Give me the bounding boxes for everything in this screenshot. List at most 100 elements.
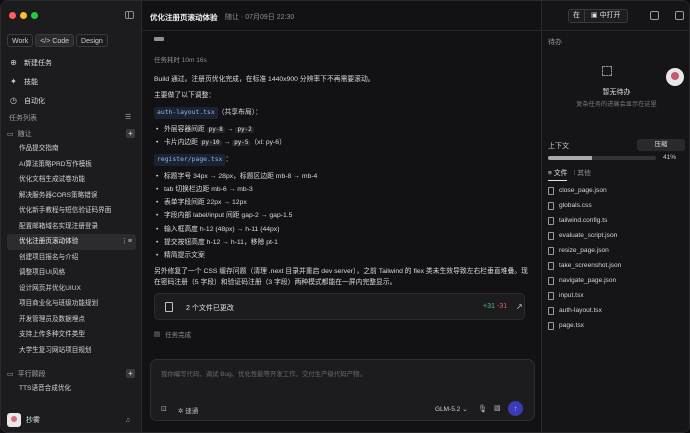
nav-automation[interactable]: ◷ 自动化 — [7, 91, 137, 110]
task-item[interactable]: 调整项目UI风格 — [7, 265, 136, 281]
tab-files-label: 文件 — [553, 170, 568, 177]
panel-toggle-icon[interactable] — [675, 11, 684, 20]
file-item[interactable]: input.tsx — [548, 288, 685, 303]
attach-icon[interactable]: ⊡ — [161, 405, 167, 413]
file-icon — [548, 276, 554, 285]
tab-other[interactable]: ⁞ 其他 — [573, 167, 590, 181]
task-item[interactable]: 开发管理员及数据埋点 — [7, 312, 136, 328]
code-token: py-10 — [199, 139, 222, 146]
open-diff-icon[interactable]: ↗ — [516, 302, 523, 311]
task-group-header[interactable]: ▭ 随让 + — [7, 127, 135, 140]
task-item[interactable]: 优化文档生成试卷功能 — [7, 172, 136, 188]
task-group-header-2[interactable]: ▭ 平行顾段 + — [7, 367, 135, 380]
file-item[interactable]: globals.css — [548, 198, 685, 213]
file-icon — [548, 306, 554, 315]
arrow: → — [221, 138, 233, 146]
open-in-button[interactable]: 在 ▣ 中打开 — [568, 9, 628, 23]
task-item-label: 开发管理员及数据埋点 — [19, 315, 85, 323]
avatar — [7, 413, 21, 427]
task-menu-icon[interactable]: ⋮≡ — [121, 234, 132, 250]
add-task-button-2[interactable]: + — [126, 369, 135, 378]
message-composer[interactable]: 我你编写代码、调试 Bug、优化性能等开发工作，交付生产级代码产物。 ⊡ ✲ 速… — [150, 359, 535, 421]
task-item[interactable]: 大学生复习网站项目规划 — [7, 343, 136, 359]
file-name: globals.css — [559, 202, 592, 209]
task-item-label: 大学生复习网站项目规划 — [19, 346, 92, 354]
file-name: auth-layout.tsx — [559, 307, 602, 314]
task-item[interactable]: 支持上传多种文件类型 — [7, 327, 136, 343]
nav-new-task[interactable]: ⊕ 新建任务 — [7, 53, 137, 72]
plus-circle-icon: ⊕ — [10, 58, 17, 67]
task-item-label: 优化文档生成试卷功能 — [19, 176, 85, 183]
task-item-label: 支持上传多种文件类型 — [19, 331, 85, 338]
mode-work[interactable]: Work — [7, 34, 34, 47]
task-item[interactable]: 配置邮箱域名实现注册登录 — [7, 219, 136, 235]
file-item[interactable]: tailwind.config.ts — [548, 213, 685, 228]
file-item[interactable]: page.tsx — [548, 318, 685, 333]
todo-title: 待办 — [548, 39, 562, 46]
task-item[interactable]: 解决服务器CORS策略错误 — [7, 188, 136, 204]
file-name: tailwind.config.ts — [559, 217, 608, 224]
list-item: 字段内部 label/input 间距 gap-2 → gap-1.5 — [154, 209, 534, 223]
task-item[interactable]: 设计网页并优化UIUX — [7, 281, 136, 297]
speed-toggle[interactable]: ✲ 速通 — [178, 405, 198, 415]
task-item-label: 解决服务器CORS策略错误 — [19, 191, 98, 199]
task-item[interactable]: AI算法策略PRD写作模板 — [7, 157, 136, 173]
sidebar: Work </> Code Design ⊕ 新建任务 ✦ 技能 ◷ 自动化 任… — [1, 1, 142, 432]
file-item[interactable]: resize_page.json — [548, 243, 685, 258]
list-item: 卡片内边距 py-10 → py-5（xl: py-6） — [154, 136, 534, 150]
file-icon — [548, 321, 554, 330]
assistant-avatar[interactable] — [666, 68, 684, 86]
code-token: py-8 — [206, 126, 225, 133]
task-item-label: 优化注册页滚动体验 — [19, 238, 79, 245]
mode-code[interactable]: </> Code — [35, 34, 75, 47]
file-item[interactable]: evaluate_script.json — [548, 228, 685, 243]
compress-button[interactable]: 压缩 — [637, 139, 685, 151]
nav-skills[interactable]: ✦ 技能 — [7, 72, 137, 91]
task-item[interactable]: 项目商业化与班级功能规划 — [7, 296, 136, 312]
minimize-window-button[interactable] — [20, 12, 27, 19]
terminal-icon[interactable] — [650, 11, 659, 20]
empty-todo-subtitle: 复杂任务的进展会显示在这里 — [576, 101, 657, 108]
changed-files-card[interactable]: 2 个文件已更改 +31 -31 ↗ — [154, 293, 525, 320]
mode-design[interactable]: Design — [76, 34, 108, 47]
filter-icon[interactable]: ☰ — [125, 113, 131, 121]
maximize-window-button[interactable] — [31, 12, 38, 19]
section-1-heading: auth-layout.tsx （共享布局）： — [154, 105, 534, 123]
assistant-message: Build 通过。注册页优化完成，在标准 1440x900 分辨率下不再需要滚动… — [154, 74, 534, 293]
mic-icon[interactable]: 🎙 — [478, 404, 488, 413]
image-icon[interactable]: ▧ — [494, 404, 501, 412]
send-button[interactable]: ↑ — [508, 401, 523, 416]
app-window: Work </> Code Design ⊕ 新建任务 ✦ 技能 ◷ 自动化 任… — [0, 0, 690, 433]
context-progress-bar — [548, 156, 656, 160]
tab-files[interactable]: ≡ 文件 — [548, 167, 568, 181]
task-list: 作品提交指南 AI算法策略PRD写作模板 优化文档生成试卷功能解决服务器CORS策略… — [7, 141, 136, 358]
task-item[interactable]: 作品提交指南 — [7, 141, 136, 157]
app-icon: ▣ — [591, 12, 600, 19]
task-item-label: AI算法策略PRD写作模板 — [19, 160, 92, 168]
deletions-count: -31 — [497, 303, 508, 310]
add-task-button[interactable]: + — [126, 129, 135, 138]
file-name: resize_page.json — [559, 247, 609, 254]
changes-intro: 主要做了以下调整： — [154, 91, 216, 99]
sidebar-toggle-icon[interactable] — [125, 11, 134, 19]
file-item[interactable]: take_screenshot.json — [548, 258, 685, 273]
close-window-button[interactable] — [9, 12, 16, 19]
file-item[interactable]: navigate_page.json — [548, 273, 685, 288]
context-label: 上下文 — [548, 143, 569, 150]
task-item[interactable]: TTS语音合成优化 — [7, 381, 136, 397]
bell-icon[interactable]: ♫ — [125, 417, 130, 424]
composer-placeholder[interactable]: 我你编写代码、调试 Bug、优化性能等开发工作，交付生产级代码产物。 — [161, 369, 366, 378]
model-select[interactable]: GLM-5.2 ⌄ — [435, 405, 468, 413]
nav-automation-label: 自动化 — [24, 97, 45, 105]
section-2-list: 标题字号 34px → 28px，标题区边距 mb-8 → mb-4tab 切换… — [154, 170, 534, 263]
task-item[interactable]: 优化注册页滚动体验 ⋮≡ — [7, 234, 136, 250]
task-done-status: ▤ 任务完成 — [154, 329, 191, 339]
file-item[interactable]: close_page.json — [548, 183, 685, 198]
task-item[interactable]: 创建项目报名与介绍 — [7, 250, 136, 266]
code-icon: </> — [40, 38, 53, 45]
task-item[interactable]: 优化新手教程与短信验证码界面 — [7, 203, 136, 219]
file-item[interactable]: auth-layout.tsx — [548, 303, 685, 318]
user-profile[interactable]: 抄雾 — [7, 413, 40, 427]
file-icon — [548, 216, 554, 225]
section-2-heading: register/page.tsx： — [154, 152, 534, 170]
